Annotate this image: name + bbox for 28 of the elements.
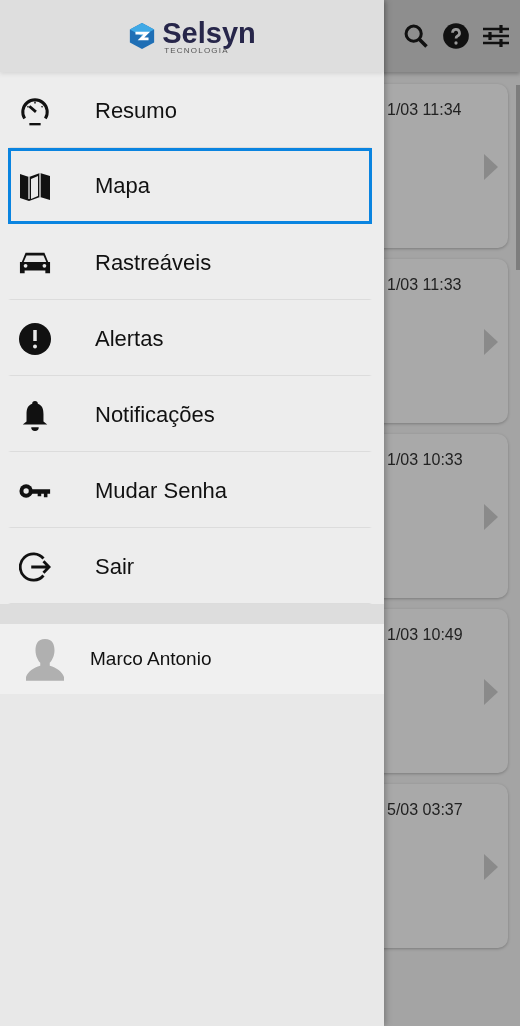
help-icon[interactable] [442, 22, 470, 50]
menu-item[interactable]: Notificações [8, 376, 372, 452]
menu-item[interactable]: Rastreáveis [8, 224, 372, 300]
user-row[interactable]: Marco Antonio [0, 624, 384, 694]
search-icon[interactable] [402, 22, 430, 50]
menu-item[interactable]: Mapa [8, 148, 372, 224]
logout-icon [19, 551, 51, 583]
chevron-right-icon[interactable] [484, 679, 498, 705]
event-time: 1/03 11:33 [387, 276, 462, 294]
avatar-icon [26, 636, 64, 682]
menu-item[interactable]: Alertas [8, 300, 372, 376]
chevron-right-icon[interactable] [484, 854, 498, 880]
event-time: 1/03 11:34 [387, 101, 462, 119]
chevron-right-icon[interactable] [484, 154, 498, 180]
logo-wordmark: Selsyn [162, 18, 256, 47]
alert-icon [19, 323, 51, 355]
event-time: 1/03 10:49 [387, 626, 463, 644]
filter-sliders-icon[interactable] [482, 22, 510, 50]
menu-item[interactable]: Mudar Senha [8, 452, 372, 528]
map-icon [19, 170, 51, 202]
event-time: 1/03 10:33 [387, 451, 463, 469]
user-name: Marco Antonio [90, 648, 212, 670]
chevron-right-icon[interactable] [484, 329, 498, 355]
event-time: 5/03 03:37 [387, 801, 463, 819]
chevron-right-icon[interactable] [484, 504, 498, 530]
speedometer-icon [19, 95, 51, 127]
logo-icon [128, 22, 157, 50]
menu-item[interactable]: Resumo [8, 72, 372, 148]
